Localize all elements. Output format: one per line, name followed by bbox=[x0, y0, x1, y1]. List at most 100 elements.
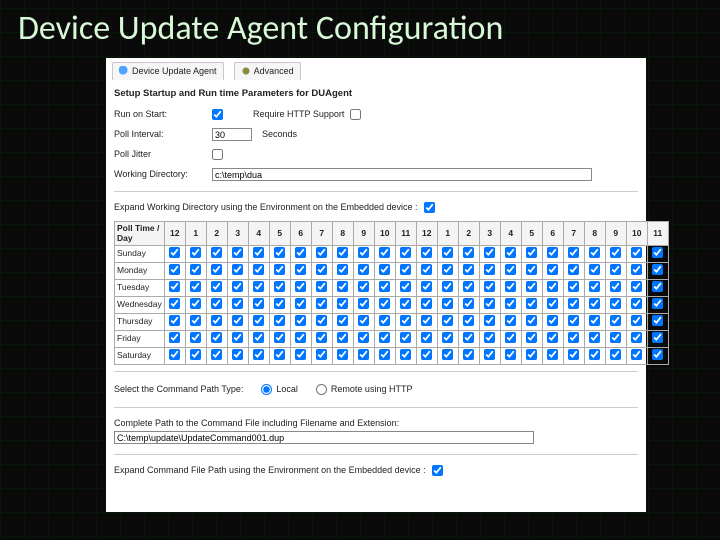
schedule-hour-checkbox[interactable] bbox=[442, 281, 453, 292]
schedule-hour-checkbox[interactable] bbox=[421, 264, 432, 275]
schedule-hour-checkbox[interactable] bbox=[421, 298, 432, 309]
tab-advanced[interactable]: Advanced bbox=[234, 62, 301, 80]
schedule-hour-checkbox[interactable] bbox=[652, 281, 663, 292]
schedule-hour-checkbox[interactable] bbox=[211, 264, 222, 275]
schedule-hour-checkbox[interactable] bbox=[337, 332, 348, 343]
schedule-hour-checkbox[interactable] bbox=[484, 247, 495, 258]
schedule-hour-checkbox[interactable] bbox=[610, 315, 621, 326]
schedule-hour-checkbox[interactable] bbox=[463, 298, 474, 309]
schedule-hour-checkbox[interactable] bbox=[169, 315, 180, 326]
schedule-hour-checkbox[interactable] bbox=[631, 349, 642, 360]
schedule-hour-checkbox[interactable] bbox=[610, 349, 621, 360]
schedule-hour-checkbox[interactable] bbox=[610, 332, 621, 343]
schedule-hour-checkbox[interactable] bbox=[484, 349, 495, 360]
schedule-hour-checkbox[interactable] bbox=[547, 349, 558, 360]
schedule-hour-checkbox[interactable] bbox=[631, 264, 642, 275]
schedule-hour-checkbox[interactable] bbox=[316, 247, 327, 258]
schedule-hour-checkbox[interactable] bbox=[484, 264, 495, 275]
schedule-hour-checkbox[interactable] bbox=[295, 349, 306, 360]
schedule-hour-checkbox[interactable] bbox=[568, 264, 579, 275]
schedule-hour-checkbox[interactable] bbox=[505, 281, 516, 292]
schedule-hour-checkbox[interactable] bbox=[442, 349, 453, 360]
schedule-hour-checkbox[interactable] bbox=[610, 247, 621, 258]
schedule-hour-checkbox[interactable] bbox=[295, 332, 306, 343]
schedule-hour-checkbox[interactable] bbox=[379, 349, 390, 360]
schedule-hour-checkbox[interactable] bbox=[484, 281, 495, 292]
schedule-hour-checkbox[interactable] bbox=[631, 247, 642, 258]
schedule-hour-checkbox[interactable] bbox=[463, 349, 474, 360]
schedule-hour-checkbox[interactable] bbox=[526, 298, 537, 309]
schedule-hour-checkbox[interactable] bbox=[358, 281, 369, 292]
schedule-hour-checkbox[interactable] bbox=[253, 315, 264, 326]
schedule-hour-checkbox[interactable] bbox=[526, 281, 537, 292]
schedule-hour-checkbox[interactable] bbox=[463, 281, 474, 292]
schedule-hour-checkbox[interactable] bbox=[400, 264, 411, 275]
schedule-hour-checkbox[interactable] bbox=[379, 315, 390, 326]
schedule-hour-checkbox[interactable] bbox=[190, 264, 201, 275]
schedule-hour-checkbox[interactable] bbox=[526, 349, 537, 360]
schedule-hour-checkbox[interactable] bbox=[253, 247, 264, 258]
schedule-hour-checkbox[interactable] bbox=[568, 247, 579, 258]
schedule-hour-checkbox[interactable] bbox=[400, 247, 411, 258]
schedule-hour-checkbox[interactable] bbox=[442, 332, 453, 343]
schedule-hour-checkbox[interactable] bbox=[316, 298, 327, 309]
schedule-hour-checkbox[interactable] bbox=[253, 298, 264, 309]
schedule-hour-checkbox[interactable] bbox=[589, 298, 600, 309]
schedule-hour-checkbox[interactable] bbox=[358, 349, 369, 360]
command-path-remote-radio[interactable] bbox=[316, 384, 327, 395]
schedule-hour-checkbox[interactable] bbox=[274, 332, 285, 343]
schedule-hour-checkbox[interactable] bbox=[190, 349, 201, 360]
schedule-hour-checkbox[interactable] bbox=[547, 332, 558, 343]
schedule-hour-checkbox[interactable] bbox=[421, 315, 432, 326]
schedule-hour-checkbox[interactable] bbox=[589, 247, 600, 258]
schedule-hour-checkbox[interactable] bbox=[295, 315, 306, 326]
schedule-hour-checkbox[interactable] bbox=[169, 349, 180, 360]
schedule-hour-checkbox[interactable] bbox=[232, 315, 243, 326]
schedule-hour-checkbox[interactable] bbox=[232, 332, 243, 343]
schedule-hour-checkbox[interactable] bbox=[568, 281, 579, 292]
command-path-local-radio[interactable] bbox=[261, 384, 272, 395]
schedule-hour-checkbox[interactable] bbox=[274, 349, 285, 360]
schedule-hour-checkbox[interactable] bbox=[526, 315, 537, 326]
schedule-hour-checkbox[interactable] bbox=[232, 349, 243, 360]
schedule-hour-checkbox[interactable] bbox=[505, 264, 516, 275]
schedule-hour-checkbox[interactable] bbox=[379, 247, 390, 258]
schedule-hour-checkbox[interactable] bbox=[400, 281, 411, 292]
schedule-hour-checkbox[interactable] bbox=[337, 349, 348, 360]
tab-device-update-agent[interactable]: Device Update Agent bbox=[112, 62, 224, 80]
schedule-hour-checkbox[interactable] bbox=[337, 264, 348, 275]
schedule-hour-checkbox[interactable] bbox=[568, 298, 579, 309]
schedule-hour-checkbox[interactable] bbox=[253, 349, 264, 360]
schedule-hour-checkbox[interactable] bbox=[169, 281, 180, 292]
schedule-hour-checkbox[interactable] bbox=[484, 315, 495, 326]
expand-working-checkbox[interactable] bbox=[424, 202, 435, 213]
schedule-hour-checkbox[interactable] bbox=[568, 332, 579, 343]
schedule-hour-checkbox[interactable] bbox=[652, 264, 663, 275]
schedule-hour-checkbox[interactable] bbox=[505, 349, 516, 360]
schedule-hour-checkbox[interactable] bbox=[505, 298, 516, 309]
schedule-hour-checkbox[interactable] bbox=[547, 298, 558, 309]
schedule-hour-checkbox[interactable] bbox=[652, 315, 663, 326]
schedule-hour-checkbox[interactable] bbox=[337, 281, 348, 292]
schedule-hour-checkbox[interactable] bbox=[190, 281, 201, 292]
poll-interval-input[interactable] bbox=[212, 128, 252, 141]
schedule-hour-checkbox[interactable] bbox=[169, 247, 180, 258]
schedule-hour-checkbox[interactable] bbox=[631, 315, 642, 326]
schedule-hour-checkbox[interactable] bbox=[316, 264, 327, 275]
schedule-hour-checkbox[interactable] bbox=[190, 315, 201, 326]
schedule-hour-checkbox[interactable] bbox=[211, 281, 222, 292]
expand-cmd-checkbox[interactable] bbox=[432, 465, 443, 476]
schedule-hour-checkbox[interactable] bbox=[484, 332, 495, 343]
poll-jitter-checkbox[interactable] bbox=[212, 149, 223, 160]
schedule-hour-checkbox[interactable] bbox=[610, 298, 621, 309]
schedule-hour-checkbox[interactable] bbox=[232, 298, 243, 309]
schedule-hour-checkbox[interactable] bbox=[253, 332, 264, 343]
schedule-hour-checkbox[interactable] bbox=[337, 315, 348, 326]
schedule-hour-checkbox[interactable] bbox=[589, 315, 600, 326]
schedule-hour-checkbox[interactable] bbox=[358, 332, 369, 343]
schedule-hour-checkbox[interactable] bbox=[400, 315, 411, 326]
schedule-hour-checkbox[interactable] bbox=[442, 315, 453, 326]
schedule-hour-checkbox[interactable] bbox=[400, 332, 411, 343]
run-on-start-checkbox[interactable] bbox=[212, 109, 223, 120]
schedule-hour-checkbox[interactable] bbox=[547, 281, 558, 292]
